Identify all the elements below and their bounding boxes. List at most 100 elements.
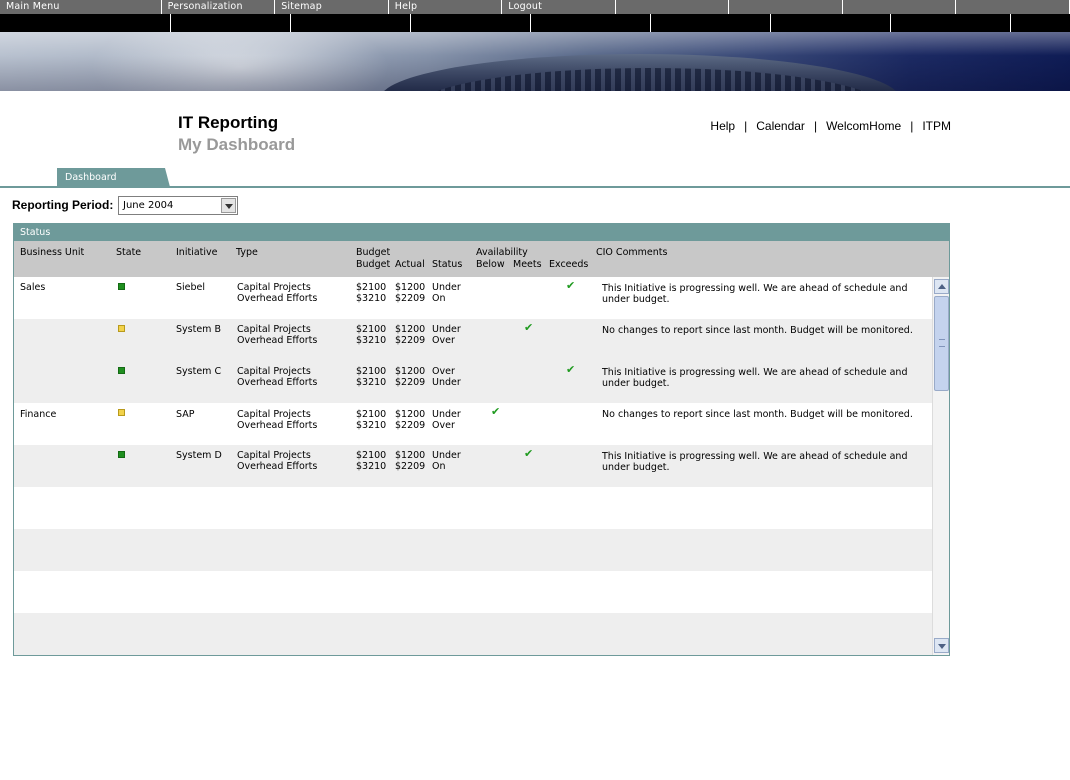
menu-item-personalization[interactable]: Personalization [162,0,276,14]
table-row[interactable]: System B Capital Projects Overhead Effor… [14,319,932,361]
col-meets: Meets [513,259,542,270]
cell-type: Overhead Efforts [237,420,318,431]
cell-status: Under [432,409,461,420]
cell-budget: $2100 [356,409,387,420]
cell-type: Capital Projects [237,282,311,293]
status-table-header: Business Unit State Initiative Type Budg… [14,241,949,277]
menu-item-empty [843,0,957,14]
cell-initiative[interactable]: Siebel [176,282,205,293]
empty-table-row [14,613,932,655]
check-icon: ✔ [566,363,576,376]
scroll-thumb[interactable] [934,296,949,391]
cell-type: Capital Projects [237,324,311,335]
link-separator: | [744,119,748,133]
state-indicator-icon [118,367,125,374]
state-indicator-icon [118,325,125,332]
cell-status: Under [432,377,461,388]
cell-initiative[interactable]: System C [176,366,221,377]
cell-budget: $2100 [356,324,387,335]
menu-item-help[interactable]: Help [389,0,503,14]
cell-cio-comment: This Initiative is progressing well. We … [602,283,908,294]
cell-actual: $1200 [395,324,426,335]
cell-initiative[interactable]: System D [176,450,222,461]
link-itpm[interactable]: ITPM [922,119,951,133]
cell-budget: $2100 [356,282,387,293]
col-type: Type [236,247,258,258]
cell-cio-comment: This Initiative is progressing well. We … [602,367,908,378]
check-icon: ✔ [566,279,576,292]
state-indicator-icon [118,451,125,458]
col-cio-comments: CIO Comments [596,247,668,258]
cell-type: Overhead Efforts [237,377,318,388]
check-icon: ✔ [524,321,534,334]
reporting-period-select[interactable]: June 2004 [118,196,238,215]
cell-initiative[interactable]: System B [176,324,221,335]
tab-dashboard[interactable]: Dashboard [57,168,170,187]
menu-item-empty [729,0,843,14]
col-state: State [116,247,142,258]
col-budget-group: Budget [356,247,391,258]
cell-status: Under [432,324,461,335]
menu-item-sitemap[interactable]: Sitemap [275,0,389,14]
cell-actual: $1200 [395,450,426,461]
top-menu: Main Menu Personalization Sitemap Help L… [0,0,1070,14]
state-indicator-icon [118,283,125,290]
link-help[interactable]: Help [710,119,735,133]
link-calendar[interactable]: Calendar [756,119,805,133]
menu-item-main-menu[interactable]: Main Menu [0,0,162,14]
cell-type: Capital Projects [237,366,311,377]
table-row[interactable]: System D Capital Projects Overhead Effor… [14,445,932,487]
table-row[interactable]: System C Capital Projects Overhead Effor… [14,361,932,403]
cell-budget: $2100 [356,366,387,377]
col-initiative: Initiative [176,247,218,258]
cell-type: Capital Projects [237,450,311,461]
scroll-up-icon[interactable] [934,279,949,294]
cell-status: Over [432,335,455,346]
cell-status: Over [432,420,455,431]
cell-budget: $3210 [356,420,387,431]
col-exceeds: Exceeds [549,259,589,270]
col-status: Status [432,259,463,270]
cell-actual: $1200 [395,366,426,377]
link-welcomhome[interactable]: WelcomHome [826,119,901,133]
cell-budget: $2100 [356,450,387,461]
utility-links: Help | Calendar | WelcomHome | ITPM [710,119,951,133]
cell-actual: $2209 [395,293,426,304]
scroll-down-icon[interactable] [934,638,949,653]
col-availability-group: Availability [476,247,528,258]
cell-actual: $2209 [395,335,426,346]
cell-budget: $3210 [356,461,387,472]
page-title: IT Reporting [178,113,279,132]
link-separator: | [910,119,914,133]
chevron-down-icon[interactable] [221,198,236,213]
cell-actual: $1200 [395,282,426,293]
empty-table-row [14,487,932,529]
cell-type: Overhead Efforts [237,293,318,304]
menu-sub-bar [0,14,1070,32]
table-row[interactable]: Finance SAP Capital Projects Overhead Ef… [14,403,932,445]
cell-budget: $3210 [356,335,387,346]
cell-status: Under [432,450,461,461]
state-indicator-icon [118,409,125,416]
table-row[interactable]: Sales Siebel Capital Projects Overhead E… [14,277,932,319]
empty-table-row [14,571,932,613]
empty-table-row [14,529,932,571]
cell-cio-comment: under budget. [602,294,670,305]
status-table-body: Sales Siebel Capital Projects Overhead E… [14,277,932,655]
cell-cio-comment: under budget. [602,462,670,473]
check-icon: ✔ [491,405,501,418]
cell-actual: $2209 [395,420,426,431]
tab-divider [0,186,1070,188]
cell-cio-comment: No changes to report since last month. B… [602,325,913,336]
menu-item-logout[interactable]: Logout [502,0,616,14]
cell-actual: $1200 [395,409,426,420]
cell-status: Over [432,366,455,377]
cell-business-unit: Sales [20,282,46,293]
link-separator: | [813,119,818,133]
header-banner-image [0,32,1070,91]
table-scrollbar[interactable] [932,277,949,655]
cell-actual: $2209 [395,377,426,388]
cell-initiative[interactable]: SAP [176,409,194,420]
cell-status: On [432,461,446,472]
cell-cio-comment: under budget. [602,378,670,389]
